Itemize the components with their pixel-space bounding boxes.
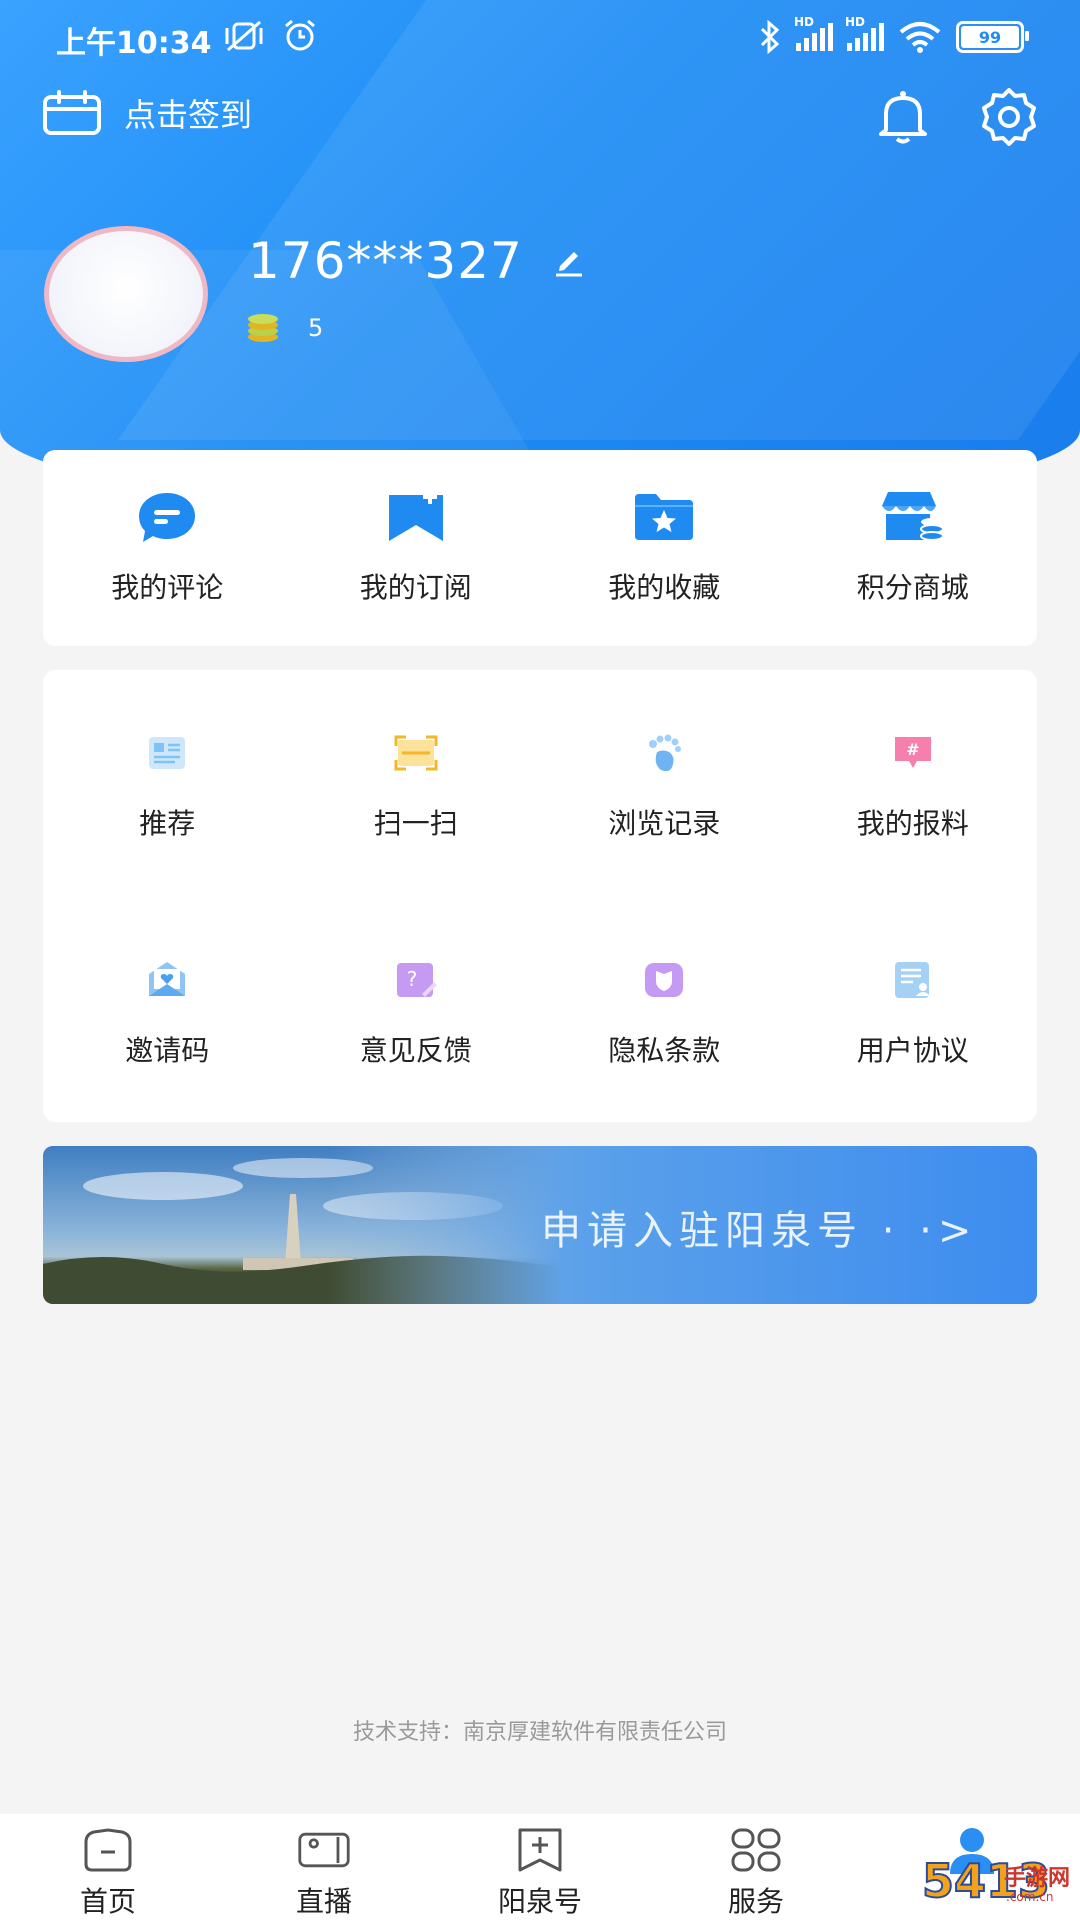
history-button[interactable]: 浏览记录: [540, 730, 789, 842]
subscribe-icon: [388, 490, 443, 541]
banner-text: 申请入驻阳泉号 · ·>: [541, 1208, 978, 1254]
my-comments-label: 我的评论: [111, 571, 224, 604]
my-reports-label: 我的报料: [856, 807, 969, 840]
status-time: 上午10:34: [56, 26, 212, 61]
edit-pencil-icon[interactable]: [552, 244, 586, 278]
quick-actions-card: 我的评论 我的订阅 我的收藏 积分商城: [43, 450, 1037, 646]
user-agreement-icon: [894, 962, 930, 998]
invite-code-icon: [149, 962, 186, 996]
favorite-folder-icon: [635, 494, 694, 540]
my-comments-button[interactable]: 我的评论: [43, 488, 292, 606]
status-icons-right: HD HD 99: [758, 15, 1029, 54]
yangquan-hao-icon: [518, 1828, 562, 1872]
services-card: 推荐 扫一扫 浏览记录 # 我的报料 邀请码 ? 意见反馈 隐私条款 用户协议: [43, 670, 1037, 1122]
scan-icon: [394, 735, 438, 771]
footprint-icon: [649, 734, 682, 772]
banner-photo: [43, 1146, 563, 1304]
bell-icon[interactable]: [872, 86, 934, 148]
my-favorites-label: 我的收藏: [608, 571, 721, 604]
feedback-icon: ?: [396, 963, 437, 997]
checkin-button[interactable]: 点击签到: [42, 90, 252, 136]
recommend-icon: [149, 737, 186, 769]
vibrate-off-icon: [225, 20, 263, 52]
tab-home[interactable]: 首页: [0, 1814, 216, 1920]
privacy-icon: [645, 963, 684, 997]
comment-icon: [139, 493, 196, 542]
alarm-icon: [285, 19, 315, 51]
svg-text:?: ?: [406, 967, 417, 991]
tab-home-label: 首页: [79, 1885, 136, 1918]
status-bar: 上午10:34 HD HD 99: [0, 0, 1080, 80]
coins-icon: [248, 314, 278, 342]
svg-text:#: #: [906, 740, 919, 759]
wifi-icon: [899, 22, 941, 53]
header-actions: [872, 86, 1040, 148]
scan-label: 扫一扫: [373, 807, 458, 840]
services-grid-icon: [731, 1828, 781, 1872]
tab-yangquan-hao[interactable]: 阳泉号: [432, 1814, 648, 1920]
privacy-button[interactable]: 隐私条款: [540, 957, 789, 1069]
site-watermark: 5413 手游网 .com.cn: [921, 1853, 1072, 1914]
avatar[interactable]: [44, 226, 208, 362]
my-subscriptions-label: 我的订阅: [359, 571, 472, 604]
home-icon: [84, 1828, 132, 1872]
points-count: 5: [308, 314, 324, 342]
my-subscriptions-button[interactable]: 我的订阅: [292, 488, 541, 606]
settings-gear-icon[interactable]: [978, 86, 1040, 148]
points-balance[interactable]: 5: [246, 313, 323, 343]
invite-code-label: 邀请码: [125, 1034, 210, 1067]
battery-indicator: 99: [956, 21, 1029, 53]
report-icon: #: [894, 737, 931, 768]
tech-support-note: 技术支持：南京厚建软件有限责任公司: [352, 1720, 727, 1745]
username: 176***327: [248, 232, 523, 290]
points-store-icon: [881, 492, 944, 541]
my-reports-button[interactable]: # 我的报料: [789, 730, 1038, 842]
tab-live[interactable]: 直播: [216, 1814, 432, 1920]
tab-live-label: 直播: [295, 1885, 352, 1918]
points-store-label: 积分商城: [856, 571, 969, 604]
bluetooth-icon: [760, 20, 780, 54]
live-camera-icon: [298, 1832, 350, 1868]
recommend-button[interactable]: 推荐: [43, 730, 292, 842]
user-agreement-button[interactable]: 用户协议: [789, 957, 1038, 1069]
feedback-button[interactable]: ? 意见反馈: [292, 957, 541, 1069]
apply-yangquan-hao-banner[interactable]: 申请入驻阳泉号 · ·>: [43, 1146, 1037, 1304]
bottom-tab-bar: 首页 直播 阳泉号 服务: [0, 1814, 1080, 1920]
tab-yangquan-hao-label: 阳泉号: [497, 1885, 582, 1918]
checkin-label: 点击签到: [124, 96, 253, 134]
signal-2-icon: HD: [845, 15, 884, 51]
recommend-label: 推荐: [139, 807, 196, 840]
signal-1-icon: HD: [794, 15, 833, 51]
watermark-url: .com.cn: [1006, 1890, 1054, 1904]
history-label: 浏览记录: [608, 807, 721, 840]
user-agreement-label: 用户协议: [856, 1034, 969, 1067]
tab-services[interactable]: 服务: [648, 1814, 864, 1920]
tab-services-label: 服务: [727, 1885, 784, 1918]
my-favorites-button[interactable]: 我的收藏: [540, 488, 789, 606]
invite-code-button[interactable]: 邀请码: [43, 957, 292, 1069]
watermark-text: 手游网: [1004, 1866, 1071, 1891]
scan-button[interactable]: 扫一扫: [292, 730, 541, 842]
privacy-label: 隐私条款: [608, 1034, 721, 1067]
calendar-icon: [43, 90, 101, 135]
points-store-button[interactable]: 积分商城: [789, 488, 1038, 606]
feedback-label: 意见反馈: [359, 1034, 472, 1067]
